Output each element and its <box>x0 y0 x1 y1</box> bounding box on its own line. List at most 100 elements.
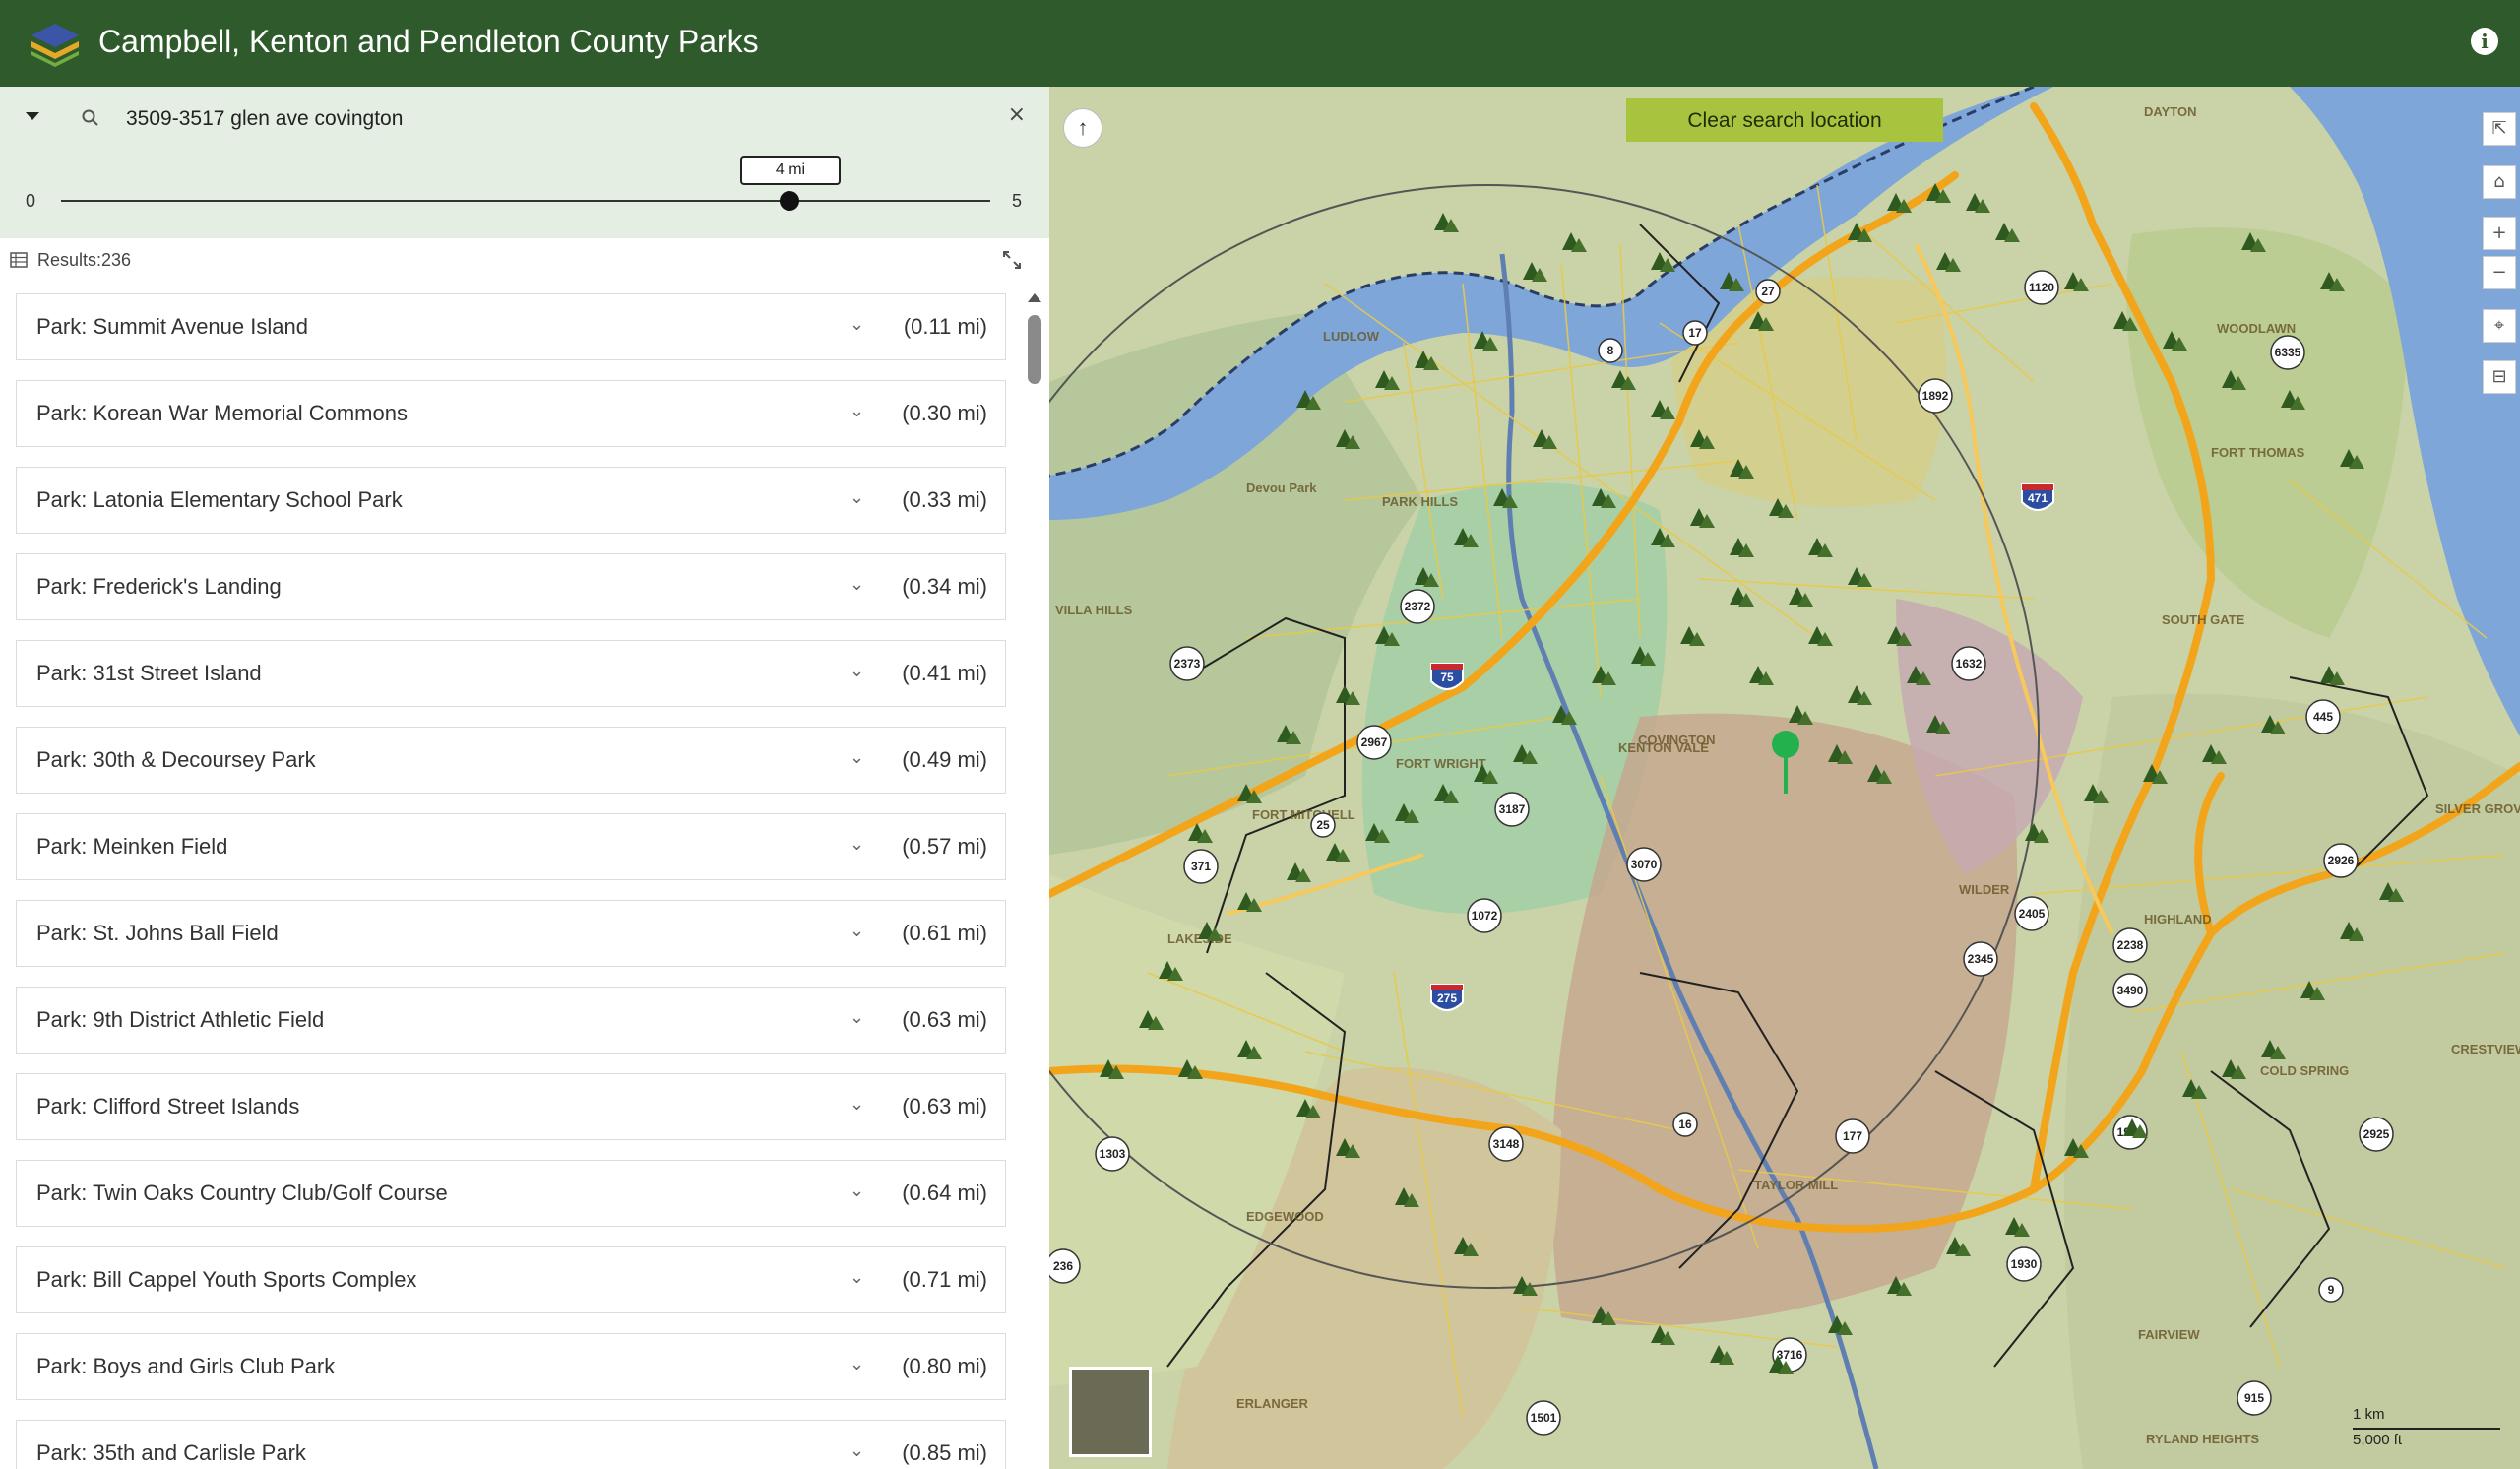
route-shield: 275 <box>1430 984 1464 1011</box>
place-label: EDGEWOOD <box>1246 1209 1324 1224</box>
list-item[interactable]: Park: 9th District Athletic Field ⌄ (0.63 … <box>16 987 1006 1054</box>
chevron-down-icon[interactable]: ⌄ <box>850 487 864 508</box>
svg-text:445: 445 <box>2313 710 2333 724</box>
svg-text:2925: 2925 <box>2363 1127 2390 1141</box>
share-icon[interactable]: ⇱ <box>2483 112 2516 146</box>
info-icon[interactable]: i <box>2471 28 2498 55</box>
list-item[interactable]: Park: Frederick's Landing ⌄ (0.34 mi) <box>16 553 1006 620</box>
list-item[interactable]: Park: 31st Street Island ⌄ (0.41 mi) <box>16 640 1006 707</box>
search-icon <box>82 109 98 126</box>
route-shield: 2925 <box>2359 1117 2394 1152</box>
route-shield: 8 <box>1598 338 1623 363</box>
list-item[interactable]: Park: Summit Avenue Island ⌄ (0.11 mi) <box>16 293 1006 360</box>
svg-text:2967: 2967 <box>1361 735 1388 749</box>
route-shield: 2373 <box>1169 646 1205 681</box>
slider-value-tooltip: 4 mi <box>740 156 841 185</box>
layers-logo-icon <box>32 24 79 67</box>
place-label: LUDLOW <box>1323 329 1380 344</box>
route-shield: 177 <box>1835 1118 1870 1154</box>
slider-track[interactable] <box>61 200 990 202</box>
svg-text:2373: 2373 <box>1174 657 1201 671</box>
park-distance: (0.61 mi) <box>902 921 987 945</box>
slider-max-label: 5 <box>1012 191 1023 211</box>
svg-text:75: 75 <box>1440 671 1454 684</box>
list-item[interactable]: Park: Bill Cappel Youth Sports Complex ⌄ (… <box>16 1246 1006 1313</box>
chevron-down-icon[interactable]: ⌄ <box>850 1007 864 1028</box>
app-header: Campbell, Kenton and Pendleton County Pa… <box>0 0 2520 87</box>
collapse-caret-icon[interactable] <box>26 112 39 120</box>
chevron-down-icon[interactable]: ⌄ <box>850 574 864 595</box>
place-label: KENTON VALE <box>1618 740 1709 755</box>
chevron-down-icon[interactable]: ⌄ <box>850 1440 864 1461</box>
chevron-down-icon[interactable]: ⌄ <box>850 1354 864 1374</box>
svg-text:2238: 2238 <box>2117 938 2144 952</box>
zoom-in-icon[interactable]: + <box>2483 217 2516 250</box>
svg-text:3490: 3490 <box>2117 984 2144 997</box>
chevron-down-icon[interactable]: ⌄ <box>850 661 864 681</box>
svg-text:17: 17 <box>1688 326 1702 340</box>
list-item[interactable]: Park: Meinken Field ⌄ (0.57 mi) <box>16 813 1006 880</box>
park-name: Park: Bill Cappel Youth Sports Complex <box>36 1267 417 1292</box>
place-label: FORT WRIGHT <box>1396 756 1486 771</box>
list-item[interactable]: Park: 35th and Carlisle Park ⌄ (0.85 mi) <box>16 1420 1006 1469</box>
chevron-down-icon[interactable]: ⌄ <box>850 1181 864 1201</box>
svg-text:1072: 1072 <box>1472 909 1498 923</box>
place-label: PARK HILLS <box>1382 494 1458 509</box>
svg-text:1501: 1501 <box>1531 1411 1557 1425</box>
chevron-down-icon[interactable]: ⌄ <box>850 1094 864 1115</box>
svg-text:27: 27 <box>1761 285 1775 298</box>
place-label: HIGHLAND <box>2144 912 2212 926</box>
map-canvas[interactable]: DAYTONCOVINGTONFORT THOMASSOUTH GATEFORT… <box>1049 87 2520 1469</box>
svg-text:2926: 2926 <box>2328 854 2355 867</box>
park-name: Park: Clifford Street Islands <box>36 1094 300 1118</box>
search-input[interactable] <box>124 100 975 138</box>
park-distance: (0.34 mi) <box>902 574 987 599</box>
scale-bar: 1 km 5,000 ft <box>2353 1406 2500 1459</box>
park-name: Park: 31st Street Island <box>36 661 262 685</box>
park-distance: (0.33 mi) <box>902 487 987 512</box>
svg-text:1120: 1120 <box>2029 281 2054 294</box>
chevron-down-icon[interactable]: ⌄ <box>850 834 864 855</box>
chevron-down-icon[interactable]: ⌄ <box>850 747 864 768</box>
route-shield: 2405 <box>2014 896 2049 931</box>
clear-search-icon[interactable]: × <box>1008 102 1026 127</box>
scroll-up-arrow[interactable] <box>1028 293 1041 302</box>
results-panel: × 0 4 mi 5 Results:236 Park: Summit Aven… <box>0 87 1049 1469</box>
home-icon[interactable]: ⌂ <box>2483 165 2516 199</box>
chevron-down-icon[interactable]: ⌄ <box>850 1267 864 1288</box>
list-item[interactable]: Park: Clifford Street Islands ⌄ (0.63 mi) <box>16 1073 1006 1140</box>
chevron-down-icon[interactable]: ⌄ <box>850 921 864 941</box>
locate-icon[interactable]: ⌖ <box>2483 309 2516 343</box>
park-name: Park: 9th District Athletic Field <box>36 1007 325 1032</box>
radius-slider: 0 4 mi 5 <box>0 150 1049 238</box>
chevron-down-icon[interactable]: ⌄ <box>850 314 864 335</box>
route-shield: 2967 <box>1356 725 1392 760</box>
list-item[interactable]: Park: Boys and Girls Club Park ⌄ (0.80 mi) <box>16 1333 1006 1400</box>
svg-text:16: 16 <box>1678 1118 1692 1131</box>
list-item[interactable]: Park: Latonia Elementary School Park ⌄ (0.… <box>16 467 1006 534</box>
expand-icon[interactable] <box>1000 248 1024 272</box>
list-item[interactable]: Park: 30th & Decoursey Park ⌄ (0.49 mi) <box>16 727 1006 794</box>
svg-text:371: 371 <box>1191 860 1211 873</box>
compass-north-icon[interactable]: ↑ <box>1063 108 1102 148</box>
scale-km-label: 1 km <box>2353 1406 2385 1423</box>
clear-search-location-button[interactable]: Clear search location <box>1626 98 1943 142</box>
zoom-out-icon[interactable]: − <box>2483 256 2516 289</box>
scrollbar-thumb[interactable] <box>1028 315 1041 384</box>
results-bar: Results:236 <box>0 238 1049 282</box>
park-distance: (0.71 mi) <box>902 1267 987 1292</box>
park-distance: (0.41 mi) <box>902 661 987 685</box>
slider-thumb[interactable] <box>780 191 799 211</box>
place-label: Devou Park <box>1246 480 1317 495</box>
measure-icon[interactable]: ⊟ <box>2483 360 2516 394</box>
place-label: WILDER <box>1959 882 2010 897</box>
results-count: Results:236 <box>37 250 132 270</box>
list-item[interactable]: Park: Korean War Memorial Commons ⌄ (0.30 … <box>16 380 1006 447</box>
list-item[interactable]: Park: St. Johns Ball Field ⌄ (0.61 mi) <box>16 900 1006 967</box>
chevron-down-icon[interactable]: ⌄ <box>850 401 864 421</box>
overview-map-thumbnail[interactable] <box>1069 1367 1152 1457</box>
route-shield: 915 <box>2236 1380 2272 1416</box>
place-label: FORT THOMAS <box>2211 445 2305 460</box>
list-item[interactable]: Park: Twin Oaks Country Club/Golf Course… <box>16 1160 1006 1227</box>
map-view[interactable]: DAYTON COVINGTON FORT THOMAS SOUTH GATE FORT… <box>1049 87 2520 1469</box>
